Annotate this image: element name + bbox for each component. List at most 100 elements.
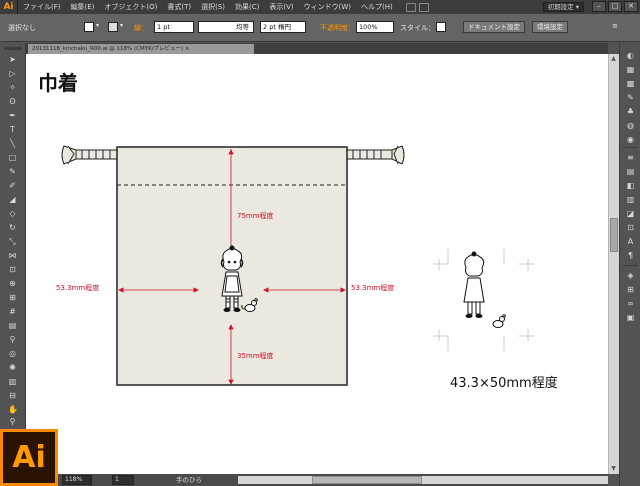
workspace-switcher[interactable]: 初期設定 ▾: [542, 2, 584, 12]
menu-select[interactable]: 選択(S): [196, 2, 230, 12]
bridge-icon[interactable]: [405, 2, 416, 12]
menu-type[interactable]: 書式(T): [162, 2, 196, 12]
dimension-right-label: 53.3mm程度: [351, 284, 395, 292]
artboard-number-field[interactable]: 1: [112, 475, 134, 485]
menu-window[interactable]: ウィンドウ(W): [299, 2, 356, 12]
artboard-canvas[interactable]: 巾着 75mm程度 35mm程度 53.3mm程度 53.3mm程度 43.3×…: [26, 54, 608, 474]
zoom-tool-icon[interactable]: ⚲: [8, 417, 17, 426]
pen-tool-icon[interactable]: ✒: [8, 111, 17, 120]
tools-panel-grip[interactable]: [4, 47, 22, 50]
rectangle-tool-icon[interactable]: □: [8, 153, 17, 162]
menu-file[interactable]: ファイル(F): [18, 2, 66, 12]
transform-panel-icon[interactable]: ⊡: [625, 223, 636, 232]
layers-panel-icon[interactable]: ◈: [625, 271, 636, 280]
horizontal-scrollbar[interactable]: [238, 476, 608, 484]
perspective-grid-tool-icon[interactable]: ⊞: [8, 293, 17, 302]
menu-object[interactable]: オブジェクト(O): [99, 2, 162, 12]
control-bar: 選択なし ▾ ▾ 線： 1 pt 均等 2 pt 楕円 不透明度： 100% ス…: [0, 14, 640, 42]
vertical-scrollbar[interactable]: ▲ ▼: [608, 54, 619, 474]
graphic-style-swatch[interactable]: [436, 22, 446, 32]
scroll-down-icon[interactable]: ▼: [609, 464, 618, 473]
free-transform-tool-icon[interactable]: ⊡: [8, 265, 17, 274]
illustrator-logo: Ai: [0, 429, 58, 486]
type-tool-icon[interactable]: T: [8, 125, 17, 134]
artboards-panel-icon[interactable]: ⊞: [625, 285, 636, 294]
scroll-up-icon[interactable]: ▲: [609, 54, 618, 63]
mesh-tool-icon[interactable]: #: [8, 307, 17, 316]
symbol-sprayer-tool-icon[interactable]: ✺: [8, 363, 17, 372]
stroke-weight-field[interactable]: 1 pt: [154, 21, 194, 33]
minimize-button[interactable]: –: [592, 1, 606, 12]
dimension-top-label: 75mm程度: [237, 212, 274, 220]
document-tab-bar: 20131118_kinchaku_R00.ai @ 118% (CMYK/プレ…: [26, 43, 608, 54]
stroke-label[interactable]: 線：: [134, 23, 148, 33]
zoom-select[interactable]: 118%: [62, 475, 92, 485]
drawstring-right: [345, 145, 405, 165]
document-setup-button[interactable]: ドキュメント設定: [463, 21, 525, 33]
stroke-panel-icon[interactable]: ≡: [625, 153, 636, 162]
navigator-panel-icon[interactable]: ▣: [625, 313, 636, 322]
width-tool-icon[interactable]: ⋈: [8, 251, 17, 260]
pencil-tool-icon[interactable]: ✐: [8, 181, 17, 190]
scale-tool-icon[interactable]: ⤡: [8, 237, 17, 246]
color-guide-icon[interactable]: ▦: [625, 65, 636, 74]
panel-menu-icon[interactable]: ≡: [612, 22, 618, 30]
swatches-panel-icon[interactable]: ▩: [625, 79, 636, 88]
eraser-tool-icon[interactable]: ◇: [8, 209, 17, 218]
blend-tool-icon[interactable]: ◎: [8, 349, 17, 358]
hand-tool-icon[interactable]: ✋: [8, 405, 18, 414]
menu-view[interactable]: 表示(V): [264, 2, 298, 12]
drawstring-left: [61, 145, 119, 165]
current-tool-label: 手のひら: [176, 476, 202, 484]
stroke-dropdown-icon[interactable]: ▾: [120, 22, 123, 29]
opacity-label[interactable]: 不透明度：: [320, 23, 355, 33]
line-tool-icon[interactable]: ╲: [8, 139, 17, 148]
menu-bar: Ai ファイル(F) 編集(E) オブジェクト(O) 書式(T) 選択(S) 効…: [0, 0, 640, 14]
vertical-scroll-thumb[interactable]: [610, 218, 618, 252]
brushes-panel-icon[interactable]: ✎: [625, 93, 636, 102]
print-size-label: 43.3×50mm程度: [450, 376, 558, 391]
blob-brush-tool-icon[interactable]: ◢: [8, 195, 17, 204]
maximize-button[interactable]: □: [608, 1, 622, 12]
appearance-panel-icon[interactable]: ◉: [625, 135, 636, 144]
color-panel-icon[interactable]: ◐: [625, 51, 636, 60]
lasso-tool-icon[interactable]: ʘ: [8, 97, 17, 106]
stroke-profile-select[interactable]: 均等: [198, 21, 254, 33]
stroke-swatch[interactable]: [108, 22, 118, 32]
gradient-tool-icon[interactable]: ▤: [8, 321, 17, 330]
align-panel-icon[interactable]: ▥: [625, 195, 636, 204]
paintbrush-tool-icon[interactable]: ✎: [8, 167, 17, 176]
character-panel-icon[interactable]: A: [625, 237, 636, 246]
rotate-tool-icon[interactable]: ↻: [8, 223, 17, 232]
arrange-documents-icon[interactable]: [418, 2, 429, 12]
opacity-field[interactable]: 100%: [356, 21, 394, 33]
preferences-button[interactable]: 環境設定: [532, 21, 568, 33]
gradient-panel-icon[interactable]: ▤: [625, 167, 636, 176]
symbols-panel-icon[interactable]: ♣: [625, 107, 636, 116]
menu-help[interactable]: ヘルプ(H): [356, 2, 398, 12]
menu-edit[interactable]: 編集(E): [66, 2, 100, 12]
menu-effect[interactable]: 効果(C): [230, 2, 264, 12]
shape-builder-tool-icon[interactable]: ⊕: [8, 279, 17, 288]
links-panel-icon[interactable]: ∞: [625, 299, 636, 308]
paragraph-panel-icon[interactable]: ¶: [625, 251, 636, 260]
transparency-panel-icon[interactable]: ◧: [625, 181, 636, 190]
dimension-bottom-label: 35mm程度: [237, 352, 274, 360]
magic-wand-tool-icon[interactable]: ✧: [8, 83, 17, 92]
fill-dropdown-icon[interactable]: ▾: [96, 22, 99, 29]
illustrator-logo-text: Ai: [3, 432, 55, 483]
horizontal-scroll-thumb[interactable]: [312, 476, 422, 484]
selection-tool-icon[interactable]: ➤: [8, 55, 17, 64]
artboard-tool-icon[interactable]: ⊟: [8, 391, 17, 400]
direct-selection-tool-icon[interactable]: ▷: [8, 69, 17, 78]
fill-swatch[interactable]: [84, 22, 94, 32]
document-tab[interactable]: 20131118_kinchaku_R00.ai @ 118% (CMYK/プレ…: [28, 44, 254, 54]
graphic-styles-icon[interactable]: ◍: [625, 121, 636, 130]
column-graph-tool-icon[interactable]: ▥: [8, 377, 17, 386]
eyedropper-tool-icon[interactable]: ⚲: [8, 335, 17, 344]
close-button[interactable]: ✕: [624, 1, 638, 12]
dimension-left-label: 53.3mm程度: [56, 284, 100, 292]
menu-quick-icons: [405, 2, 429, 12]
brush-select[interactable]: 2 pt 楕円: [260, 21, 306, 33]
pathfinder-panel-icon[interactable]: ◪: [625, 209, 636, 218]
